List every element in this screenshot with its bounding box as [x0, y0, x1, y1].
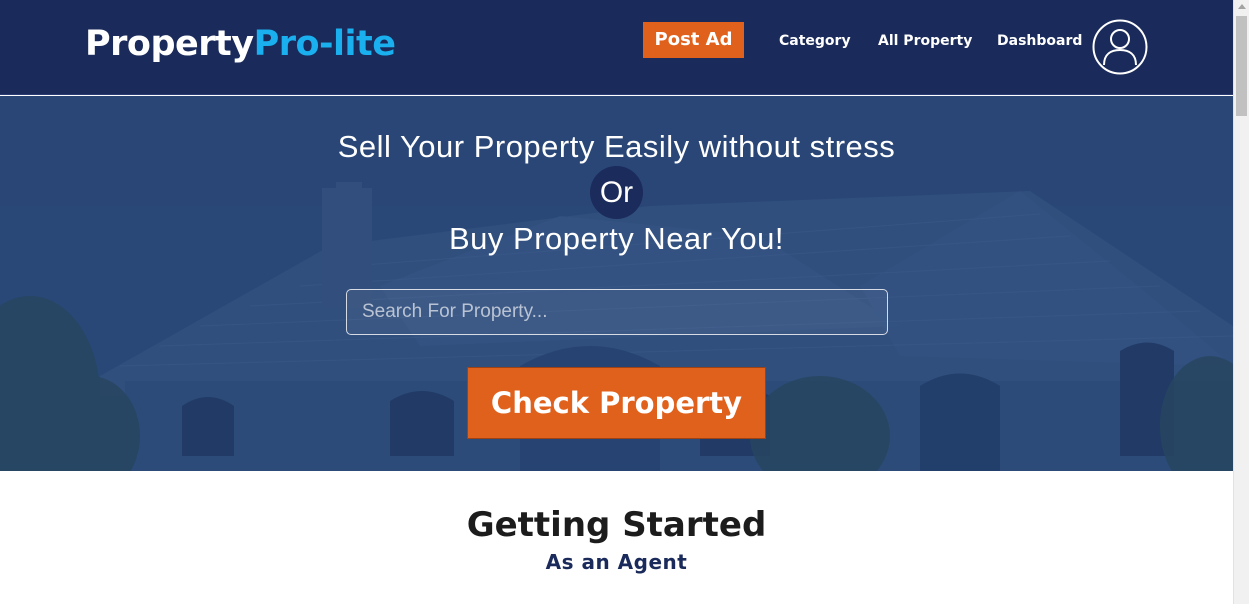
site-logo[interactable]: PropertyPro-lite	[85, 22, 396, 66]
user-avatar-icon[interactable]	[1092, 19, 1148, 75]
nav-link-category[interactable]: Category	[779, 31, 851, 51]
hero-headline: Sell Your Property Easily without stress	[337, 129, 896, 164]
scrollbar-thumb[interactable]	[1236, 16, 1247, 116]
check-property-button[interactable]: Check Property	[467, 367, 766, 439]
hero-subheadline: Buy Property Near You!	[449, 221, 784, 256]
logo-text-accent: Pro-lite	[253, 24, 396, 64]
scroll-up-arrow-icon[interactable]	[1238, 4, 1246, 9]
getting-started-subtitle: As an Agent	[545, 550, 688, 574]
nav-link-dashboard[interactable]: Dashboard	[997, 31, 1082, 51]
top-navbar: PropertyPro-lite Post Ad Category All Pr…	[0, 0, 1233, 95]
property-search-input[interactable]	[346, 289, 888, 335]
nav-link-all-property[interactable]: All Property	[878, 31, 972, 51]
logo-text-primary: Property	[85, 24, 254, 64]
post-ad-button[interactable]: Post Ad	[643, 22, 744, 58]
page-scrollbar[interactable]	[1233, 0, 1249, 604]
getting-started-title: Getting Started	[466, 505, 767, 545]
or-badge: Or	[590, 166, 643, 219]
page: PropertyPro-lite Post Ad Category All Pr…	[0, 0, 1233, 604]
hero-section: Sell Your Property Easily without stress…	[0, 96, 1233, 471]
